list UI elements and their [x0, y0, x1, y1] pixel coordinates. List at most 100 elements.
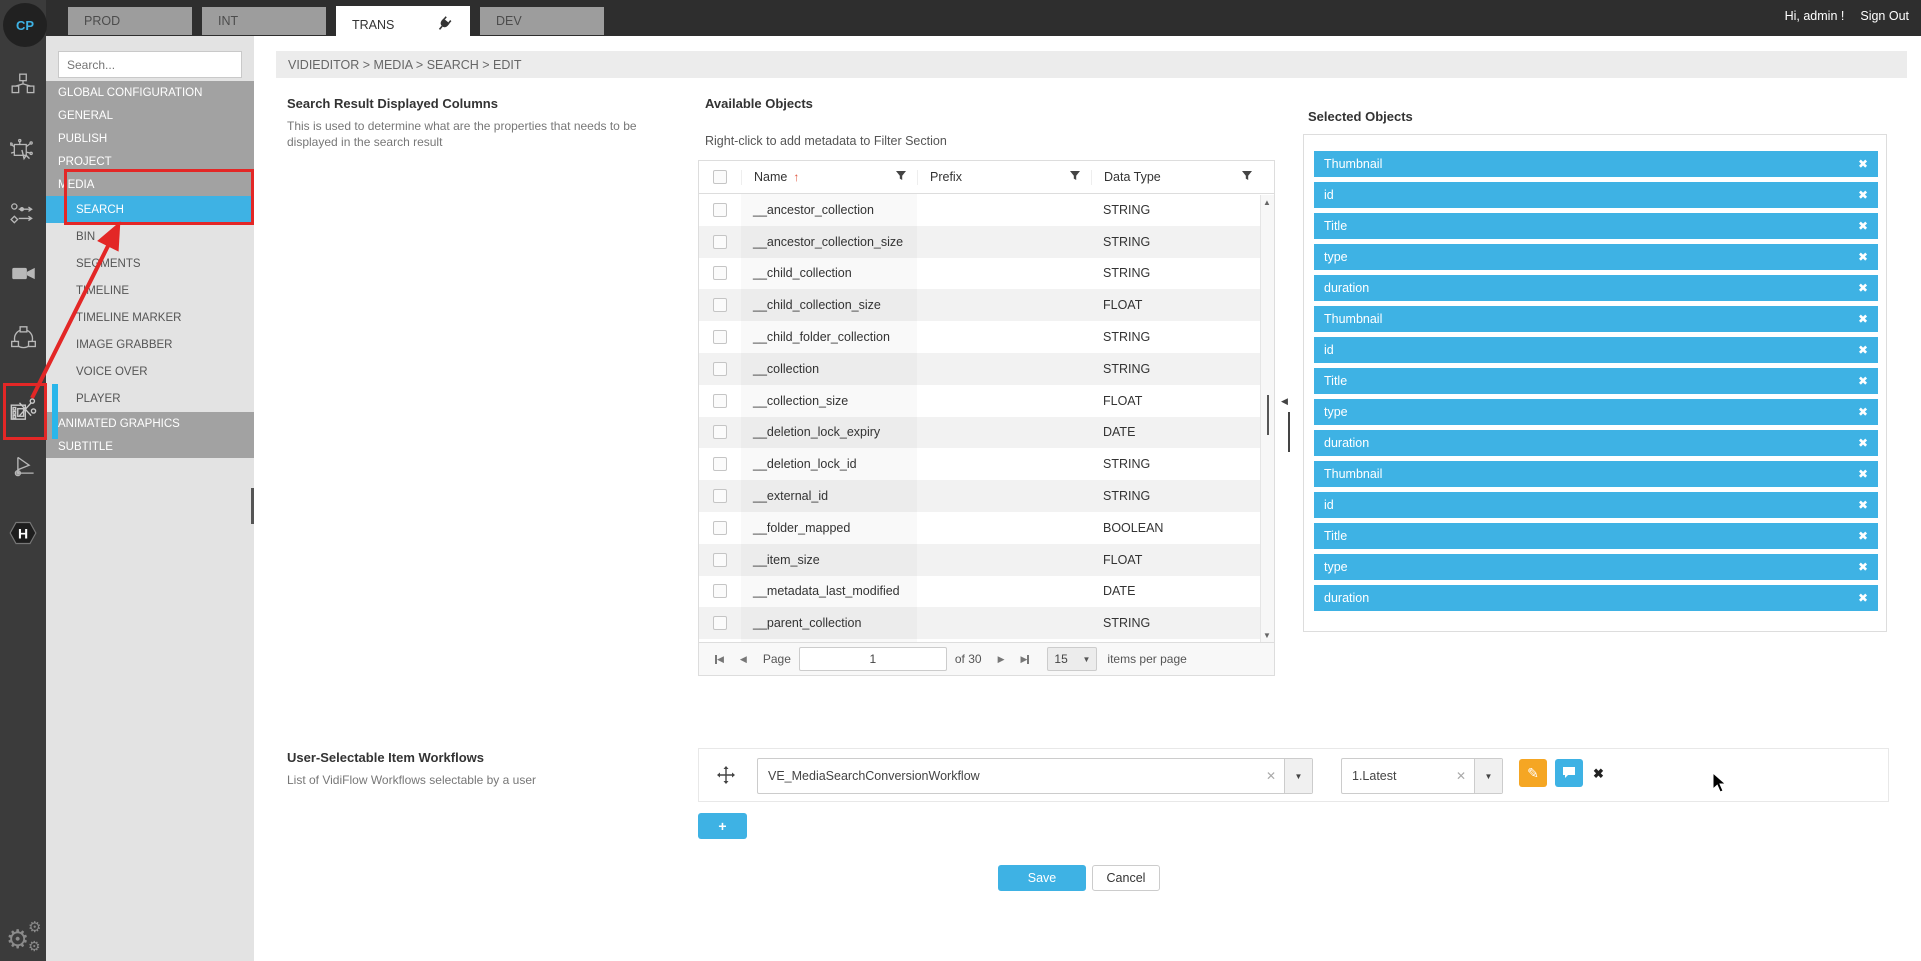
nav-item[interactable]: TIMELINE: [46, 277, 254, 304]
cp-logo[interactable]: CP: [3, 3, 47, 47]
collapse-panel-icon[interactable]: ◀: [1281, 396, 1288, 407]
table-row[interactable]: __collection STRING: [699, 353, 1274, 385]
delete-workflow-icon[interactable]: ✖: [1593, 766, 1604, 782]
remove-icon[interactable]: ✖: [1858, 157, 1868, 171]
table-row[interactable]: __deletion_lock_id STRING: [699, 448, 1274, 480]
selected-object-chip[interactable]: type ✖: [1314, 244, 1878, 270]
h-logo-icon[interactable]: H: [8, 518, 38, 548]
table-row[interactable]: __item_size FLOAT: [699, 544, 1274, 576]
save-button[interactable]: Save: [998, 865, 1086, 891]
remove-icon[interactable]: ✖: [1858, 250, 1868, 264]
remove-icon[interactable]: ✖: [1858, 591, 1868, 605]
cancel-button[interactable]: Cancel: [1092, 865, 1160, 891]
remove-icon[interactable]: ✖: [1858, 343, 1868, 357]
grid-scrollbar[interactable]: ▲ ▼: [1260, 195, 1274, 643]
remove-icon[interactable]: ✖: [1858, 281, 1868, 295]
scrollbar-thumb[interactable]: [1267, 395, 1269, 435]
remove-icon[interactable]: ✖: [1858, 498, 1868, 512]
nav-item[interactable]: BIN: [46, 223, 254, 250]
row-checkbox[interactable]: [713, 298, 727, 312]
nav-item[interactable]: SEGMENTS: [46, 250, 254, 277]
table-row[interactable]: __ancestor_collection STRING: [699, 194, 1274, 226]
row-checkbox[interactable]: [713, 394, 727, 408]
row-checkbox[interactable]: [713, 362, 727, 376]
nav-item[interactable]: TIMELINE MARKER: [46, 304, 254, 331]
remove-icon[interactable]: ✖: [1858, 405, 1868, 419]
row-checkbox[interactable]: [713, 425, 727, 439]
selected-object-chip[interactable]: Thumbnail ✖: [1314, 306, 1878, 332]
row-checkbox[interactable]: [713, 457, 727, 471]
nav-item[interactable]: MEDIA: [46, 173, 254, 196]
nav-scrollbar-thumb[interactable]: [251, 488, 254, 524]
table-row[interactable]: __metadata_last_modified DATE: [699, 576, 1274, 608]
workflow-version-combobox[interactable]: 1.Latest ✕ ▼: [1341, 758, 1503, 794]
column-header-name[interactable]: Name ↑: [741, 170, 917, 185]
filter-icon[interactable]: [1069, 170, 1081, 185]
table-row[interactable]: __collection_size FLOAT: [699, 385, 1274, 417]
nav-item[interactable]: PLAYER: [46, 385, 254, 412]
clear-icon[interactable]: ✕: [1266, 769, 1276, 783]
table-row[interactable]: __child_collection_size FLOAT: [699, 289, 1274, 321]
selected-object-chip[interactable]: duration ✖: [1314, 430, 1878, 456]
dropdown-button[interactable]: ▼: [1284, 759, 1312, 793]
row-checkbox[interactable]: [713, 330, 727, 344]
scroll-down-icon[interactable]: ▼: [1263, 631, 1271, 640]
selected-object-chip[interactable]: Title ✖: [1314, 523, 1878, 549]
selected-object-chip[interactable]: Title ✖: [1314, 368, 1878, 394]
select-all-checkbox[interactable]: [713, 170, 727, 184]
selected-object-chip[interactable]: id ✖: [1314, 492, 1878, 518]
row-checkbox[interactable]: [713, 203, 727, 217]
selected-object-chip[interactable]: type ✖: [1314, 399, 1878, 425]
column-header-prefix[interactable]: Prefix: [917, 170, 1091, 185]
column-header-data-type[interactable]: Data Type: [1091, 170, 1263, 185]
remove-icon[interactable]: ✖: [1858, 374, 1868, 388]
prev-page-button[interactable]: ◀: [740, 654, 747, 665]
remove-icon[interactable]: ✖: [1858, 467, 1868, 481]
selected-object-chip[interactable]: duration ✖: [1314, 585, 1878, 611]
sign-out-link[interactable]: Sign Out: [1860, 9, 1909, 23]
environment-tab[interactable]: INT: [202, 7, 326, 35]
remove-icon[interactable]: ✖: [1858, 560, 1868, 574]
nav-item[interactable]: ANIMATED GRAPHICS: [46, 412, 254, 435]
nav-item[interactable]: GENERAL: [46, 104, 254, 127]
remove-icon[interactable]: ✖: [1858, 436, 1868, 450]
table-row[interactable]: __ancestor_collection_size STRING: [699, 226, 1274, 258]
last-page-button[interactable]: ▶: [1021, 654, 1030, 665]
settings-gears-icon[interactable]: ⚙ ⚙ ⚙: [4, 918, 44, 958]
first-page-button[interactable]: ◀: [715, 654, 724, 665]
environment-tab[interactable]: DEV: [480, 7, 604, 35]
environment-tab[interactable]: PROD: [68, 7, 192, 35]
row-checkbox[interactable]: [713, 521, 727, 535]
next-page-button[interactable]: ▶: [998, 654, 1005, 665]
add-workflow-button[interactable]: +: [698, 813, 747, 839]
nav-item[interactable]: SUBTITLE: [46, 435, 254, 458]
camera-icon[interactable]: [8, 258, 38, 288]
table-row[interactable]: __parent_collection STRING: [699, 607, 1274, 639]
nav-item[interactable]: PUBLISH: [46, 127, 254, 150]
workflow-icon[interactable]: [8, 198, 38, 228]
row-checkbox[interactable]: [713, 266, 727, 280]
nav-item[interactable]: PROJECT: [46, 150, 254, 173]
row-checkbox[interactable]: [713, 553, 727, 567]
row-checkbox[interactable]: [713, 489, 727, 503]
selected-object-chip[interactable]: Thumbnail ✖: [1314, 151, 1878, 177]
edit-workflow-button[interactable]: ✎: [1519, 759, 1547, 787]
selected-object-chip[interactable]: Thumbnail ✖: [1314, 461, 1878, 487]
page-size-select[interactable]: 15▼: [1047, 647, 1097, 671]
collaboration-icon[interactable]: [8, 322, 38, 352]
table-row[interactable]: __child_folder_collection STRING: [699, 321, 1274, 353]
nav-item[interactable]: VOICE OVER: [46, 358, 254, 385]
selected-object-chip[interactable]: type ✖: [1314, 554, 1878, 580]
modules-icon[interactable]: [8, 70, 38, 100]
vector-icon[interactable]: [8, 452, 38, 482]
comment-workflow-button[interactable]: [1555, 759, 1583, 787]
page-number-input[interactable]: [799, 647, 947, 671]
remove-icon[interactable]: ✖: [1858, 188, 1868, 202]
selected-object-chip[interactable]: id ✖: [1314, 337, 1878, 363]
video-editor-icon[interactable]: [8, 396, 38, 426]
automation-icon[interactable]: [8, 136, 38, 166]
table-row[interactable]: __external_id STRING: [699, 480, 1274, 512]
selected-object-chip[interactable]: duration ✖: [1314, 275, 1878, 301]
filter-icon[interactable]: [895, 170, 907, 185]
panel-splitter[interactable]: [1288, 412, 1290, 452]
